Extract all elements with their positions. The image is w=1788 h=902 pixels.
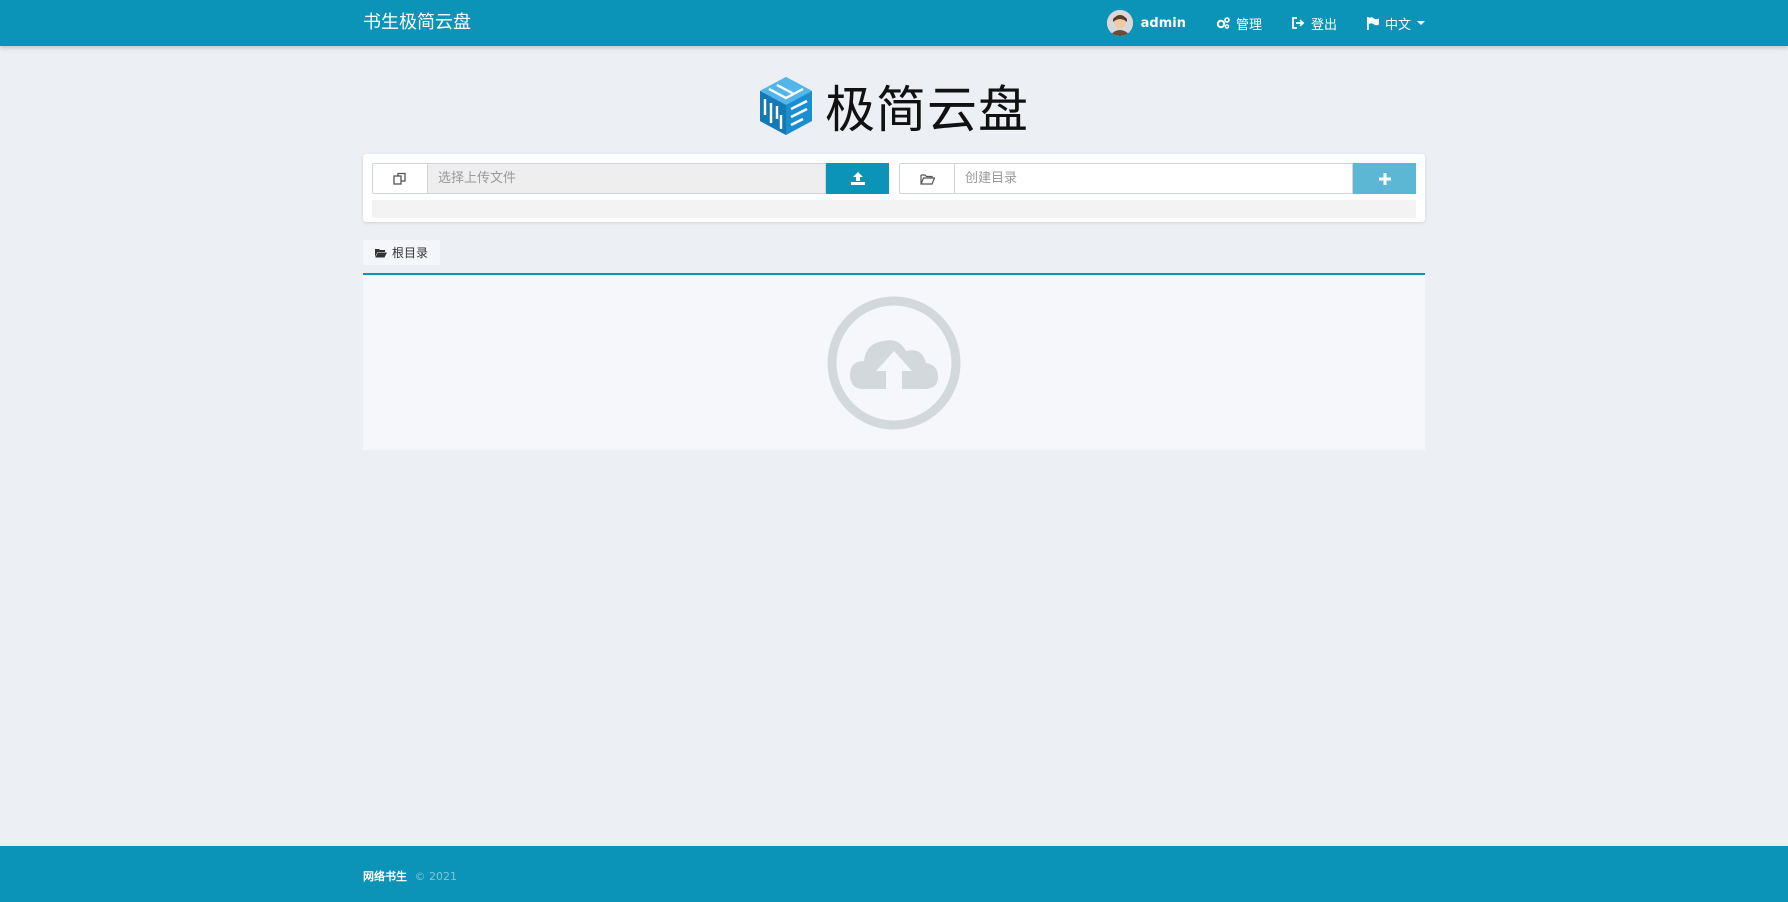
copy-files-icon [393,172,406,185]
user-name: admin [1140,15,1186,31]
site-logo: 极简云盘 [757,70,1029,142]
file-addon[interactable] [372,163,427,194]
brand-title[interactable]: 书生极简云盘 [363,0,471,46]
upload-panel: 选择上传文件 创建目录 [363,154,1425,222]
manage-link[interactable]: 管理 [1216,14,1262,33]
tab-root-directory[interactable]: 根目录 [363,240,440,265]
logo-text: 极简云盘 [825,81,1029,139]
user-menu[interactable]: admin [1106,10,1186,36]
tab-root-label: 根目录 [391,246,428,260]
caret-down-icon [1417,21,1425,25]
create-dir-group: 创建目录 [899,163,1416,194]
folder-icon [374,248,387,257]
manage-label: 管理 [1235,17,1262,33]
upload-progress-bar [372,200,1416,218]
footer-site-name[interactable]: 网络书生 [363,870,407,883]
file-drop-zone[interactable] [363,275,1425,450]
folder-addon[interactable] [899,163,954,194]
footer-copyright: © 2021 [414,870,458,883]
create-dir-button[interactable] [1353,163,1416,194]
cube-logo-icon [760,77,812,135]
file-upload-group: 选择上传文件 [372,163,889,194]
sign-out-icon [1292,17,1305,29]
file-select-input[interactable]: 选择上传文件 [427,163,826,194]
plus-icon [1378,172,1391,185]
language-label: 中文 [1384,17,1411,33]
nav-right: admin 管理 登出 中文 [1077,0,1425,46]
upload-icon [850,172,865,185]
folder-open-icon [919,173,935,185]
avatar [1106,10,1133,36]
create-dir-input[interactable]: 创建目录 [954,163,1353,194]
flag-icon [1366,16,1379,30]
avatar-person-icon [1106,10,1133,36]
footer: 网络书生 © 2021 [0,846,1788,902]
footer-text: 网络书生 © 2021 [363,868,457,884]
upload-button[interactable] [826,163,889,194]
cogs-icon [1216,17,1230,29]
logout-link[interactable]: 登出 [1292,14,1337,33]
language-dropdown[interactable]: 中文 [1366,14,1425,33]
logout-label: 登出 [1310,17,1337,33]
top-navbar: 书生极简云盘 admin 管理 登出 中文 [0,0,1788,46]
cloud-upload-icon [827,296,961,430]
